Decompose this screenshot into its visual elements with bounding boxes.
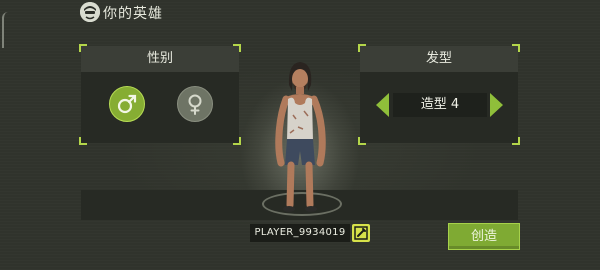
arrow-right-icon[interactable] — [490, 93, 503, 117]
female-symbol-icon — [188, 94, 202, 115]
player-name-label: PLAYER_9934019 — [250, 224, 350, 242]
panel-corner — [79, 44, 87, 52]
panel-corner — [512, 44, 520, 52]
hero-character-model[interactable] — [260, 55, 340, 225]
panel-corner — [512, 137, 520, 145]
female-gender-button[interactable] — [177, 86, 213, 122]
panel-corner — [233, 137, 241, 145]
panel-corner — [79, 137, 87, 145]
hairstyle-panel-title: 发型 — [360, 46, 518, 72]
panel-corner — [358, 137, 366, 145]
page-title: 你的英雄 — [103, 6, 163, 22]
male-gender-button[interactable] — [109, 86, 145, 122]
create-button[interactable]: 创造 — [448, 223, 520, 250]
hero-face-icon — [80, 2, 100, 22]
panel-corner — [233, 44, 241, 52]
hairstyle-value: 造型 4 — [393, 93, 487, 117]
male-symbol-icon — [117, 94, 137, 114]
hairstyle-panel: 发型 造型 4 — [358, 44, 520, 145]
gender-panel: 性别 — [79, 44, 241, 145]
gender-panel-title: 性别 — [81, 46, 239, 72]
edit-pencil-icon[interactable] — [352, 224, 370, 242]
arrow-left-icon[interactable] — [376, 93, 389, 117]
screen-edge-bracket — [2, 12, 10, 48]
panel-corner — [358, 44, 366, 52]
